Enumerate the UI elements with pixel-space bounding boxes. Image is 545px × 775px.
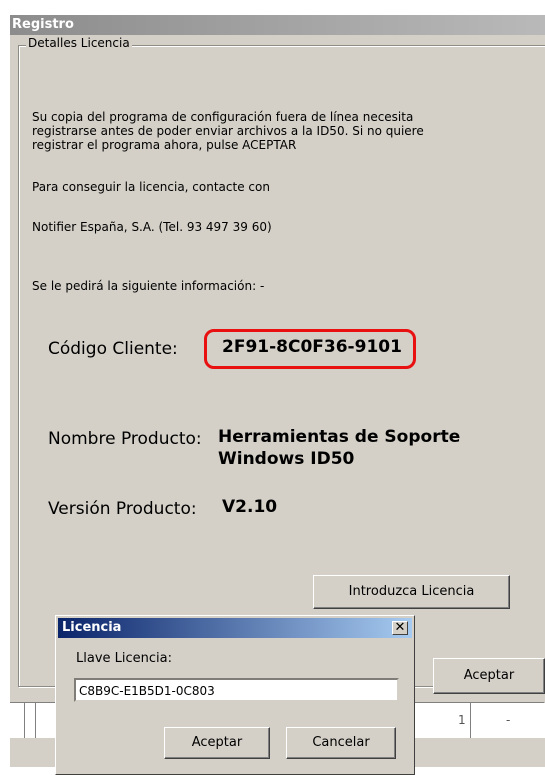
license-key-value: C8B9C-E1B5D1-0C803 xyxy=(79,684,215,698)
introduce-license-button[interactable]: Introduzca Licencia xyxy=(313,575,510,609)
client-code-label: Código Cliente: xyxy=(48,339,178,359)
product-version-value: V2.10 xyxy=(222,497,278,517)
license-dialog: Licencia ✕ Llave Licencia: C8B9C-E1B5D1-… xyxy=(55,615,415,775)
accept-button[interactable]: Aceptar xyxy=(433,658,545,694)
status-cell-dash: - xyxy=(506,713,511,727)
product-name-label: Nombre Producto: xyxy=(48,429,202,449)
dialog-cancel-label: Cancelar xyxy=(312,735,370,750)
dialog-accept-label: Aceptar xyxy=(191,735,243,750)
intro-line-2: registrarse antes de poder enviar archiv… xyxy=(32,124,424,138)
accept-label: Aceptar xyxy=(463,668,515,683)
contact-label: Para conseguir la licencia, contacte con xyxy=(32,180,270,194)
group-legend: Detalles Licencia xyxy=(26,36,132,50)
intro-paragraph: Su copia del programa de configuración f… xyxy=(32,110,512,152)
license-dialog-title: Licencia xyxy=(62,620,122,635)
company-info: Notifier España, S.A. (Tel. 93 497 39 60… xyxy=(32,220,272,234)
status-cell-left xyxy=(24,702,36,738)
window-title-bar[interactable]: Registro xyxy=(10,15,545,35)
license-key-label: Llave Licencia: xyxy=(76,651,172,666)
dialog-cancel-button[interactable]: Cancelar xyxy=(286,727,396,759)
intro-line-3: registrar el programa ahora, pulse ACEPT… xyxy=(32,138,297,152)
client-code-highlight xyxy=(204,329,416,369)
introduce-license-label: Introduzca Licencia xyxy=(348,584,475,599)
intro-line-1: Su copia del programa de configuración f… xyxy=(32,110,414,124)
product-name-value-2: Windows ID50 xyxy=(218,449,355,469)
license-dialog-title-bar[interactable]: Licencia xyxy=(58,618,412,638)
status-cell-number: 1 xyxy=(458,713,466,727)
info-prompt: Se le pedirá la siguiente información: - xyxy=(32,279,265,293)
window-title: Registro xyxy=(12,17,74,32)
product-name-value-1: Herramientas de Soporte xyxy=(218,427,461,447)
license-key-input[interactable]: C8B9C-E1B5D1-0C803 xyxy=(74,678,399,702)
status-divider xyxy=(470,702,471,738)
product-version-label: Versión Producto: xyxy=(48,499,197,519)
dialog-accept-button[interactable]: Aceptar xyxy=(164,727,270,759)
close-icon[interactable]: ✕ xyxy=(392,621,408,635)
